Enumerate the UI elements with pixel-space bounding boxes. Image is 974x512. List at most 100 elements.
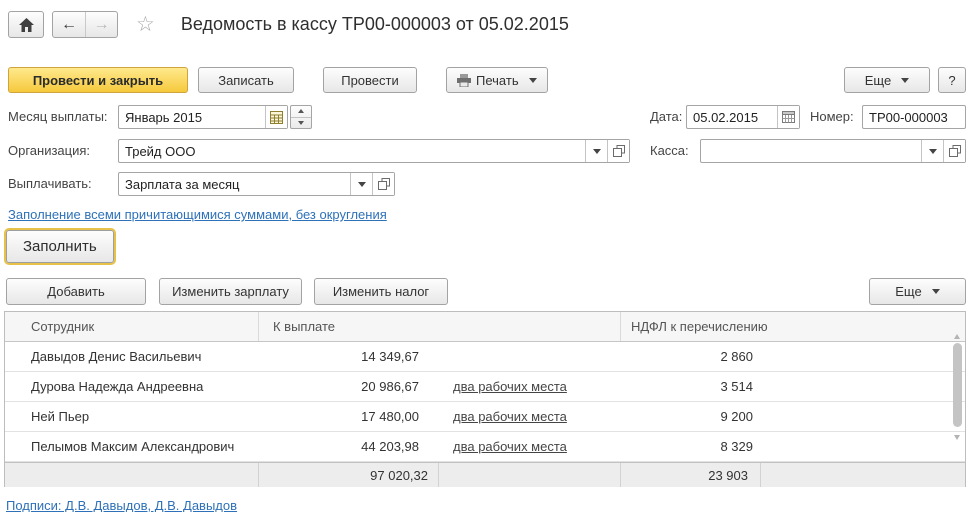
month-step-down-button[interactable] [291, 118, 311, 129]
more-dropdown-arrow-icon [931, 289, 940, 294]
number-input[interactable] [863, 106, 965, 128]
chevron-down-icon [592, 148, 601, 154]
scroll-up-button[interactable] [954, 319, 960, 339]
save-button[interactable]: Записать [198, 67, 294, 93]
column-header-tax[interactable]: НДФЛ к перечислению [621, 312, 965, 341]
signatures-link[interactable]: Подписи: Д.В. Давыдов, Д.В. Давыдов [6, 498, 237, 512]
history-nav: ← → [52, 11, 118, 38]
organization-open-button[interactable] [607, 140, 629, 162]
table-body: Давыдов Денис Васильевич 14 349,67 2 860… [5, 342, 965, 462]
table-header-row: Сотрудник К выплате НДФЛ к перечислению [5, 312, 965, 342]
payout-cell: 17 480,00 два рабочих места [259, 409, 621, 424]
organization-input[interactable] [119, 140, 585, 162]
date-input[interactable] [687, 106, 777, 128]
month-field [118, 105, 288, 129]
month-label: Месяц выплаты: [8, 109, 108, 124]
home-icon [18, 17, 34, 32]
table-more-button[interactable]: Еще [869, 278, 966, 305]
edit-salary-button[interactable]: Изменить зарплату [159, 278, 302, 305]
cashbox-label: Касса: [650, 143, 689, 158]
scroll-down-button[interactable] [954, 435, 960, 455]
date-label: Дата: [650, 109, 683, 124]
payout-amount: 14 349,67 [361, 349, 419, 364]
fill-options-link[interactable]: Заполнение всеми причитающимися суммами,… [8, 207, 387, 222]
payout-amount: 17 480,00 [361, 409, 419, 424]
workplaces-link[interactable]: два рабочих места [453, 409, 567, 424]
table-scrollbar [952, 315, 963, 483]
chevron-down-icon [928, 148, 937, 154]
tax-amount-cell: 8 329 [720, 439, 753, 454]
workplaces-link[interactable]: два рабочих места [453, 439, 567, 454]
employee-name-cell: Ней Пьер [31, 409, 90, 424]
calendar-gray-icon [782, 111, 795, 123]
scrollbar-thumb[interactable] [953, 343, 962, 427]
table-row[interactable]: Давыдов Денис Васильевич 14 349,67 2 860 [5, 342, 965, 372]
tax-amount-cell: 9 200 [720, 409, 753, 424]
chevron-down-icon [357, 181, 366, 187]
calendar-olive-icon [270, 110, 283, 124]
table-row[interactable]: Ней Пьер 17 480,00 два рабочих места 9 2… [5, 402, 965, 432]
number-label: Номер: [810, 109, 854, 124]
home-button[interactable] [8, 11, 44, 38]
edit-tax-button[interactable]: Изменить налог [314, 278, 448, 305]
pay-input[interactable] [119, 173, 350, 195]
payout-amount: 44 203,98 [361, 439, 419, 454]
window: ← → ☆ Ведомость в кассу ТР00-000003 от 0… [0, 0, 974, 512]
month-stepper [290, 105, 312, 129]
top-navigation: ← → ☆ Ведомость в кассу ТР00-000003 от 0… [8, 11, 569, 38]
organization-dropdown-button[interactable] [585, 140, 607, 162]
post-button[interactable]: Провести [323, 67, 417, 93]
organization-field [118, 139, 630, 163]
payout-cell: 20 986,67 два рабочих места [259, 379, 621, 394]
favorite-star-icon[interactable]: ☆ [136, 14, 155, 35]
open-link-icon [377, 178, 390, 190]
table-row[interactable]: Пелымов Максим Александрович 44 203,98 д… [5, 432, 965, 462]
employee-name-cell: Дурова Надежда Андреевна [31, 379, 204, 394]
pay-label: Выплачивать: [8, 176, 92, 191]
tax-amount-cell: 3 514 [720, 379, 753, 394]
back-button[interactable]: ← [53, 12, 85, 37]
table-totals-row: 97 020,32 23 903 [5, 462, 965, 487]
employee-name-cell: Давыдов Денис Васильевич [31, 349, 202, 364]
workplaces-link[interactable]: два рабочих места [453, 379, 567, 394]
column-header-employee[interactable]: Сотрудник [5, 312, 259, 341]
printer-icon [457, 73, 471, 87]
pay-field [118, 172, 395, 196]
fill-button[interactable]: Заполнить [6, 230, 114, 263]
date-calendar-button[interactable] [777, 106, 799, 128]
total-tax: 23 903 [621, 463, 761, 487]
month-calendar-button[interactable] [265, 106, 287, 128]
pay-open-button[interactable] [372, 173, 394, 195]
total-payout: 97 020,32 [259, 463, 439, 487]
table-row[interactable]: Дурова Надежда Андреевна 20 986,67 два р… [5, 372, 965, 402]
open-link-icon [612, 145, 625, 157]
print-button[interactable]: Печать [446, 67, 548, 93]
column-header-payout[interactable]: К выплате [259, 312, 621, 341]
cashbox-field [700, 139, 966, 163]
cashbox-open-button[interactable] [943, 140, 965, 162]
payout-cell: 44 203,98 два рабочих места [259, 439, 621, 454]
organization-label: Организация: [8, 143, 91, 158]
print-dropdown-arrow-icon[interactable] [528, 77, 537, 83]
payout-cell: 14 349,67 [259, 349, 621, 364]
table-toolbar: Добавить Изменить зарплату Изменить нало… [6, 278, 966, 305]
help-button[interactable]: ? [938, 67, 966, 93]
forward-button[interactable]: → [85, 12, 117, 37]
more-dropdown-arrow-icon [901, 77, 910, 83]
add-row-button[interactable]: Добавить [6, 278, 146, 305]
open-link-icon [948, 145, 961, 157]
date-field [686, 105, 800, 129]
cashbox-input[interactable] [701, 140, 921, 162]
month-step-up-button[interactable] [291, 106, 311, 118]
cashbox-dropdown-button[interactable] [921, 140, 943, 162]
tax-amount-cell: 2 860 [720, 349, 753, 364]
employees-table: Сотрудник К выплате НДФЛ к перечислению … [4, 311, 966, 487]
employee-name-cell: Пелымов Максим Александрович [31, 439, 235, 454]
pay-dropdown-button[interactable] [350, 173, 372, 195]
number-field [862, 105, 966, 129]
payout-amount: 20 986,67 [361, 379, 419, 394]
post-and-close-button[interactable]: Провести и закрыть [8, 67, 188, 93]
toolbar-more-button[interactable]: Еще [844, 67, 930, 93]
command-toolbar: Провести и закрыть Записать Провести Печ… [8, 67, 966, 93]
month-input[interactable] [119, 106, 265, 128]
